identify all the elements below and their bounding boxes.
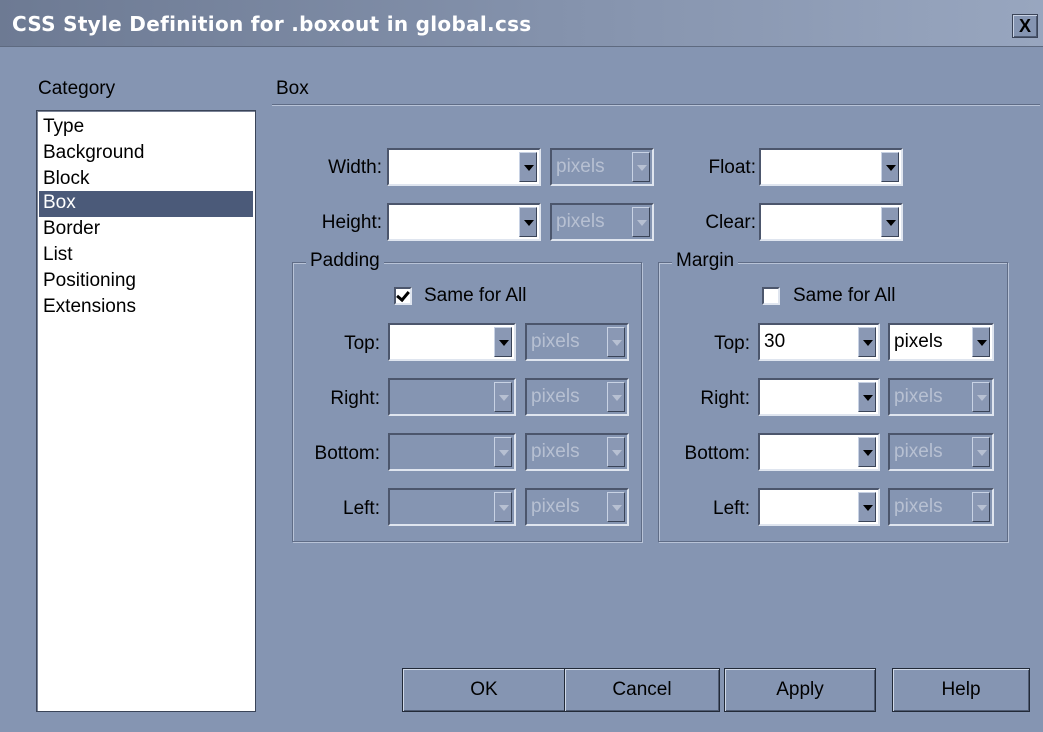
section-divider bbox=[272, 104, 1040, 106]
padding-same-for-all-label: Same for All bbox=[424, 285, 527, 306]
apply-button[interactable]: Apply bbox=[724, 668, 876, 712]
margin-right-unit-select: pixels bbox=[888, 378, 994, 416]
margin-right-combo[interactable] bbox=[758, 378, 880, 416]
height-combo[interactable] bbox=[387, 203, 541, 241]
chevron-down-icon bbox=[494, 382, 512, 412]
category-item-background[interactable]: Background bbox=[39, 141, 253, 167]
chevron-down-icon[interactable] bbox=[519, 152, 537, 182]
margin-top-unit-select[interactable]: pixels bbox=[888, 323, 994, 361]
chevron-down-icon[interactable] bbox=[881, 152, 899, 182]
category-list[interactable]: Type Background Block Box Border List Po… bbox=[36, 110, 256, 712]
chevron-down-icon bbox=[972, 437, 990, 467]
chevron-down-icon[interactable] bbox=[494, 327, 512, 357]
category-item-extensions[interactable]: Extensions bbox=[39, 295, 253, 321]
margin-top-value: 30 bbox=[764, 331, 786, 352]
chevron-down-icon[interactable] bbox=[858, 492, 876, 522]
chevron-down-icon[interactable] bbox=[858, 382, 876, 412]
clear-combo[interactable] bbox=[759, 203, 903, 241]
margin-top-unit: pixels bbox=[894, 331, 943, 352]
padding-left-unit-select: pixels bbox=[525, 488, 629, 526]
close-button[interactable]: X bbox=[1012, 14, 1038, 38]
padding-left-label: Left: bbox=[343, 498, 380, 519]
category-header: Category bbox=[38, 78, 116, 99]
float-label: Float: bbox=[708, 157, 756, 178]
margin-same-for-all-checkbox[interactable] bbox=[762, 287, 780, 305]
category-item-border[interactable]: Border bbox=[39, 217, 253, 243]
clear-label: Clear: bbox=[705, 212, 756, 233]
height-unit-select: pixels bbox=[550, 203, 654, 241]
padding-right-label: Right: bbox=[330, 388, 380, 409]
height-unit: pixels bbox=[556, 211, 605, 232]
padding-bottom-unit: pixels bbox=[531, 441, 580, 462]
category-item-positioning[interactable]: Positioning bbox=[39, 269, 253, 295]
margin-right-unit: pixels bbox=[894, 386, 943, 407]
chevron-down-icon bbox=[632, 152, 650, 182]
cancel-button[interactable]: Cancel bbox=[564, 668, 720, 712]
padding-right-combo bbox=[388, 378, 516, 416]
chevron-down-icon[interactable] bbox=[858, 437, 876, 467]
chevron-down-icon bbox=[494, 492, 512, 522]
category-item-block[interactable]: Block bbox=[39, 167, 253, 193]
title-bar[interactable]: CSS Style Definition for .boxout in glob… bbox=[0, 0, 1043, 47]
margin-same-for-all-label: Same for All bbox=[793, 285, 896, 306]
padding-same-for-all-checkbox[interactable] bbox=[394, 287, 412, 305]
category-item-box[interactable]: Box bbox=[39, 191, 253, 217]
chevron-down-icon[interactable] bbox=[972, 327, 990, 357]
float-combo[interactable] bbox=[759, 148, 903, 186]
category-item-type[interactable]: Type bbox=[39, 115, 253, 141]
margin-left-unit-select: pixels bbox=[888, 488, 994, 526]
padding-top-unit: pixels bbox=[531, 331, 580, 352]
margin-top-label: Top: bbox=[714, 333, 750, 354]
window-title: CSS Style Definition for .boxout in glob… bbox=[12, 12, 532, 36]
margin-left-combo[interactable] bbox=[758, 488, 880, 526]
chevron-down-icon bbox=[607, 382, 625, 412]
padding-right-unit: pixels bbox=[531, 386, 580, 407]
padding-bottom-combo bbox=[388, 433, 516, 471]
chevron-down-icon bbox=[494, 437, 512, 467]
chevron-down-icon[interactable] bbox=[519, 207, 537, 237]
margin-bottom-unit: pixels bbox=[894, 441, 943, 462]
ok-button[interactable]: OK bbox=[402, 668, 566, 712]
padding-group-title: Padding bbox=[306, 250, 384, 272]
chevron-down-icon bbox=[607, 437, 625, 467]
padding-right-unit-select: pixels bbox=[525, 378, 629, 416]
padding-top-combo[interactable] bbox=[388, 323, 516, 361]
help-button[interactable]: Help bbox=[892, 668, 1030, 712]
margin-right-label: Right: bbox=[700, 388, 750, 409]
height-label: Height: bbox=[321, 212, 382, 233]
padding-left-combo bbox=[388, 488, 516, 526]
chevron-down-icon bbox=[607, 492, 625, 522]
chevron-down-icon bbox=[607, 327, 625, 357]
padding-left-unit: pixels bbox=[531, 496, 580, 517]
margin-bottom-label: Bottom: bbox=[684, 443, 750, 464]
width-unit-select: pixels bbox=[550, 148, 654, 186]
chevron-down-icon[interactable] bbox=[858, 327, 876, 357]
width-unit: pixels bbox=[556, 156, 605, 177]
margin-bottom-unit-select: pixels bbox=[888, 433, 994, 471]
padding-bottom-label: Bottom: bbox=[314, 443, 380, 464]
width-label: Width: bbox=[328, 157, 382, 178]
padding-top-label: Top: bbox=[344, 333, 380, 354]
section-title: Box bbox=[276, 78, 309, 99]
margin-group-title: Margin bbox=[672, 250, 739, 272]
chevron-down-icon[interactable] bbox=[881, 207, 899, 237]
width-combo[interactable] bbox=[387, 148, 541, 186]
category-item-list[interactable]: List bbox=[39, 243, 253, 269]
padding-top-unit-select: pixels bbox=[525, 323, 629, 361]
margin-top-combo[interactable]: 30 bbox=[758, 323, 880, 361]
close-icon: X bbox=[1018, 16, 1031, 36]
padding-bottom-unit-select: pixels bbox=[525, 433, 629, 471]
margin-left-label: Left: bbox=[713, 498, 750, 519]
margin-left-unit: pixels bbox=[894, 496, 943, 517]
chevron-down-icon bbox=[972, 492, 990, 522]
margin-bottom-combo[interactable] bbox=[758, 433, 880, 471]
chevron-down-icon bbox=[632, 207, 650, 237]
chevron-down-icon bbox=[972, 382, 990, 412]
